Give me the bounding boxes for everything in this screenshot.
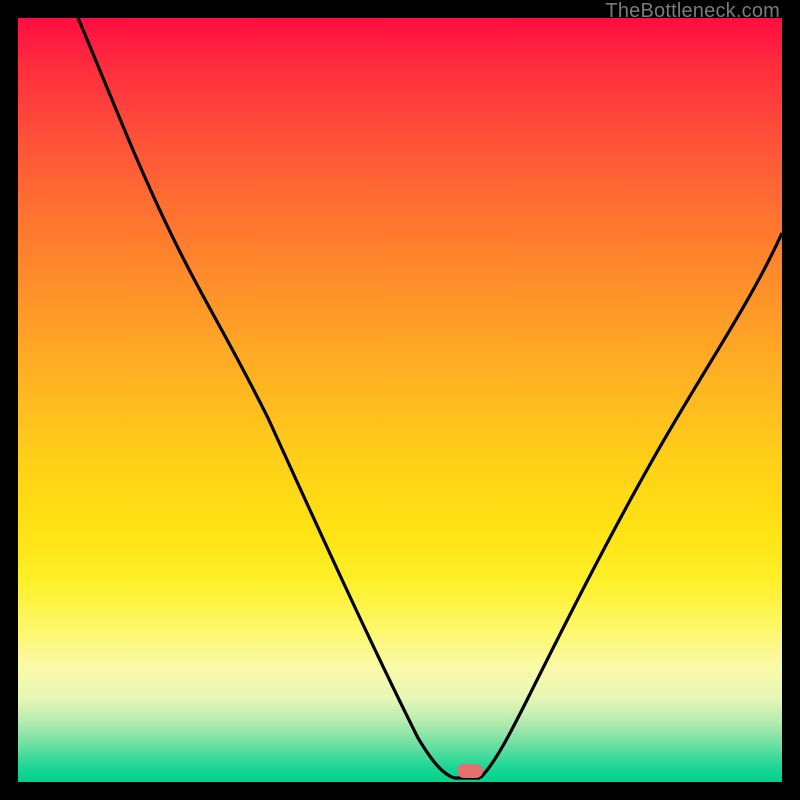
chart-frame: TheBottleneck.com bbox=[0, 0, 800, 800]
curve-left-branch bbox=[78, 18, 454, 778]
curve-right-branch bbox=[480, 233, 782, 778]
bottleneck-curve bbox=[18, 18, 782, 782]
plot-area bbox=[18, 18, 782, 782]
minimum-marker bbox=[457, 764, 483, 778]
watermark-text: TheBottleneck.com bbox=[605, 0, 780, 23]
